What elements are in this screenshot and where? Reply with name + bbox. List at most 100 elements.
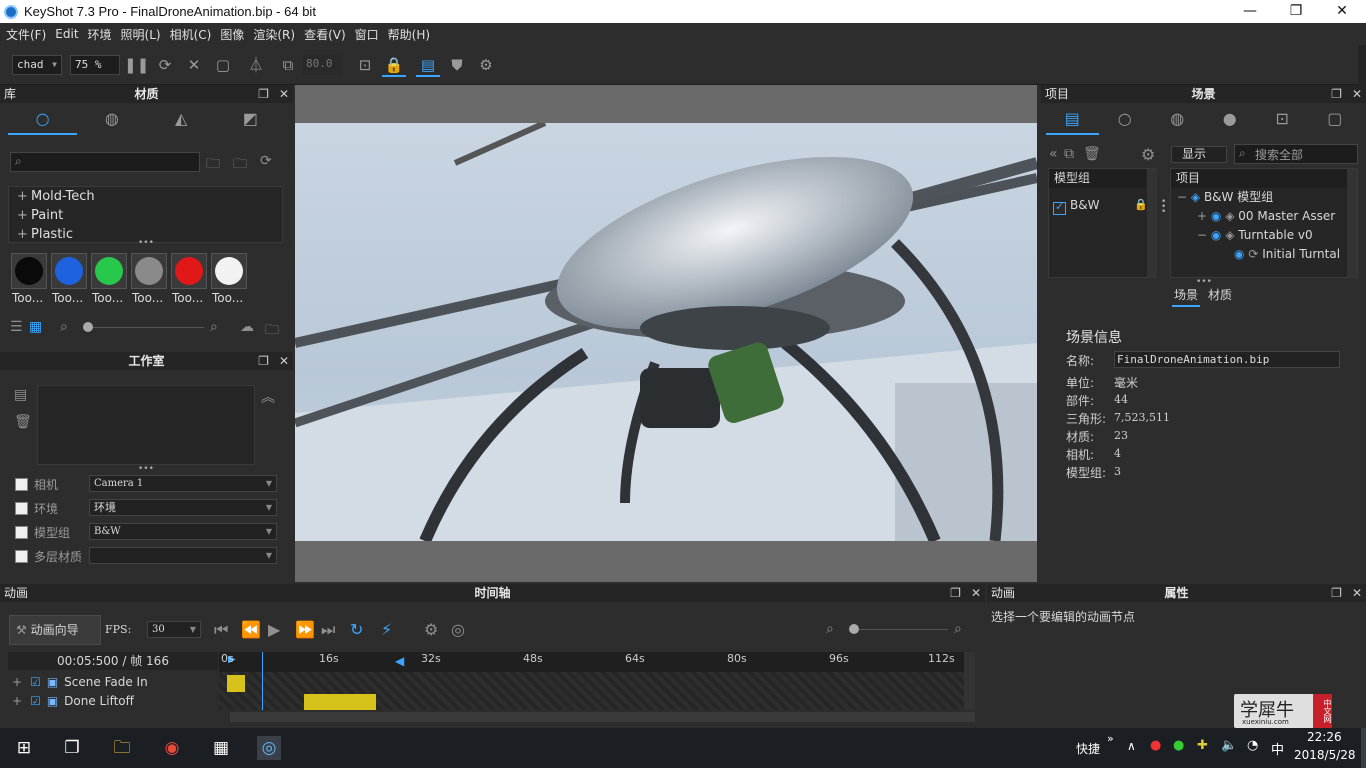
timeline-zoom-slider[interactable]: [852, 629, 948, 630]
backplates-tab-icon[interactable]: ◩: [216, 105, 285, 135]
windows-start-icon[interactable]: ⊞: [12, 736, 36, 760]
environment-dropdown[interactable]: 环境 ▼: [89, 499, 277, 516]
geometry-icon[interactable]: ⏃: [244, 53, 268, 77]
perspective-icon[interactable]: ⧉: [276, 53, 300, 77]
material-swatch[interactable]: [131, 253, 167, 289]
keyframe-block[interactable]: [304, 694, 376, 710]
menu-edit[interactable]: Edit: [55, 27, 78, 41]
material-swatch[interactable]: [211, 253, 247, 289]
zoom-select[interactable]: 75 %: [70, 55, 120, 75]
model-group-checkbox[interactable]: [1053, 200, 1066, 215]
task-view-icon[interactable]: ❐: [60, 736, 84, 760]
zoom-out-icon[interactable]: ⌕: [60, 319, 68, 335]
eye-icon[interactable]: ◉: [1234, 247, 1244, 261]
environments-tab-icon[interactable]: ◍: [77, 105, 146, 135]
quick-launch-label[interactable]: 快捷: [1076, 740, 1100, 757]
duplicate-icon[interactable]: ⧉: [1064, 146, 1074, 162]
material-subtab[interactable]: 材质: [1208, 286, 1232, 303]
shield-icon[interactable]: ⛊: [445, 53, 469, 77]
tree-toggle[interactable]: +: [1197, 209, 1207, 223]
file-explorer-icon[interactable]: 🗀: [110, 736, 134, 760]
toolbar-scroll[interactable]: [1358, 45, 1366, 85]
multilayer-checkbox[interactable]: [15, 550, 28, 563]
eye-icon[interactable]: ◉: [1211, 209, 1221, 223]
image-tab-icon[interactable]: ▢: [1309, 105, 1362, 135]
close-icon[interactable]: ✕: [279, 354, 289, 368]
splitter-handle[interactable]: •••: [1161, 198, 1166, 217]
animation-wizard-button[interactable]: ⚒ 动画向导: [9, 615, 101, 645]
loop-icon[interactable]: ↻: [350, 620, 363, 639]
chrome-icon[interactable]: ◉: [160, 736, 184, 760]
textures-tab-icon[interactable]: ◭: [147, 105, 216, 135]
collapse-up-icon[interactable]: ︽: [261, 387, 275, 407]
zoom-in-icon[interactable]: ⌕: [210, 319, 218, 335]
calculator-icon[interactable]: ▦: [209, 736, 233, 760]
splitter-handle[interactable]: •••: [138, 464, 154, 474]
cloud-upload-icon[interactable]: ☁: [240, 319, 254, 335]
film-strip-icon[interactable]: ▤: [416, 53, 440, 77]
multilayer-dropdown[interactable]: ▼: [89, 547, 277, 564]
motion-settings-icon[interactable]: ◎: [451, 620, 465, 639]
list-item[interactable]: + Mold-Tech: [9, 187, 282, 206]
studio-list[interactable]: [37, 385, 255, 465]
expand-icon[interactable]: +: [12, 675, 22, 689]
model-group-item[interactable]: B&W: [1070, 198, 1099, 212]
eye-icon[interactable]: ◉: [1211, 228, 1221, 242]
menu-view[interactable]: 查看(V): [304, 26, 346, 43]
gear-icon[interactable]: ⚙: [1141, 145, 1155, 164]
region-icon[interactable]: ▢: [211, 53, 235, 77]
maximize-button[interactable]: ❐: [1273, 0, 1319, 23]
clock-date[interactable]: 2018/5/28: [1294, 748, 1356, 762]
zoom-out-icon[interactable]: ⌕: [826, 621, 834, 637]
camera-dropdown[interactable]: Camera 1 ▼: [89, 475, 277, 492]
materials-tab-icon[interactable]: ○: [8, 105, 78, 135]
move-icon[interactable]: ✕: [182, 53, 206, 77]
refresh-icon[interactable]: ⟳: [260, 153, 272, 169]
tree-toggle[interactable]: −: [1197, 228, 1207, 242]
screenshot-icon[interactable]: ⊡: [353, 53, 377, 77]
app-tray-icon[interactable]: ✚: [1197, 738, 1208, 753]
network-icon[interactable]: ◔: [1247, 738, 1258, 753]
menu-window[interactable]: 窗口: [355, 26, 379, 43]
tree-row[interactable]: − ◈ B&W 模型组: [1177, 188, 1353, 207]
close-icon[interactable]: ✕: [971, 586, 981, 600]
fps-select[interactable]: 30 ▼: [147, 621, 201, 638]
delete-icon[interactable]: 🗑: [14, 414, 32, 430]
slider-handle[interactable]: [83, 322, 93, 332]
scene-subtab[interactable]: 场景: [1172, 286, 1201, 307]
display-button[interactable]: 显示: [1171, 146, 1227, 163]
folder-icon[interactable]: 🗀: [265, 319, 279, 343]
collapse-left-icon[interactable]: «: [1049, 146, 1058, 162]
menu-image[interactable]: 图像: [220, 26, 244, 43]
checkbox-icon[interactable]: ☑: [30, 694, 41, 708]
float-icon[interactable]: ❐: [1331, 87, 1342, 101]
volume-icon[interactable]: 🔈: [1221, 738, 1237, 753]
checkbox-icon[interactable]: ☑: [30, 675, 41, 689]
toolbar-value[interactable]: 80.0: [302, 55, 342, 75]
tree-toggle[interactable]: −: [1177, 190, 1187, 204]
skip-end-icon[interactable]: ⏭: [321, 620, 335, 640]
splitter-handle[interactable]: •••: [138, 238, 154, 248]
playhead[interactable]: [262, 652, 263, 710]
track-row[interactable]: + ☑ ▣ Done Liftoff: [8, 692, 218, 710]
lock-camera-icon[interactable]: 🔒: [382, 53, 406, 77]
environment-tab-icon[interactable]: ◍: [1151, 105, 1204, 135]
skip-start-icon[interactable]: ⏮: [214, 620, 228, 640]
close-icon[interactable]: ✕: [1352, 586, 1362, 600]
thumbnail-size-slider[interactable]: [86, 327, 204, 328]
clock-time[interactable]: 22:26: [1307, 730, 1342, 744]
overflow-chevron-icon[interactable]: »: [1107, 732, 1114, 745]
lock-icon[interactable]: 🔒: [1134, 198, 1148, 211]
scene-search-input[interactable]: ⌕ 搜索全部: [1234, 144, 1358, 164]
close-icon[interactable]: ✕: [279, 87, 289, 101]
qq-tray-icon[interactable]: ●: [1150, 738, 1161, 753]
play-icon[interactable]: ▶: [268, 620, 280, 639]
folder-add-icon[interactable]: 🗀: [206, 153, 220, 177]
lighting-tab-icon[interactable]: ●: [1204, 105, 1257, 135]
step-forward-icon[interactable]: ⏩: [295, 620, 315, 639]
keyshot-taskbar-icon[interactable]: ◎: [257, 736, 281, 760]
library-search-input[interactable]: ⌕: [10, 152, 200, 172]
model-group-dropdown[interactable]: B&W ▼: [89, 523, 277, 540]
tray-expand-icon[interactable]: ∧: [1127, 739, 1136, 753]
tree-row[interactable]: ◉ ⟳ Initial Turntal: [1234, 245, 1353, 264]
